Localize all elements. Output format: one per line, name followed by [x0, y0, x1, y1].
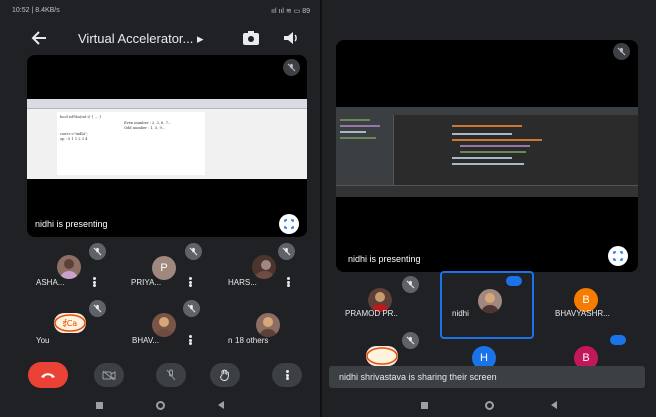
more-options-icon[interactable] — [189, 335, 192, 345]
shared-ide-window — [336, 107, 638, 197]
muted-mic-icon — [283, 59, 300, 76]
svg-text:ईCa: ईCa — [63, 318, 78, 328]
shared-document: bool isFibo(int i) { ... } Even number :… — [27, 99, 307, 179]
avatar — [252, 255, 276, 279]
recent-apps-icon[interactable] — [420, 401, 428, 409]
back-icon[interactable] — [217, 401, 224, 409]
back-arrow-icon[interactable] — [30, 30, 48, 46]
muted-mic-icon — [89, 243, 106, 260]
app-bar: Virtual Accelerator... ▸ — [0, 24, 320, 52]
hang-up-icon — [41, 373, 55, 378]
participant-name: PRIYA... — [131, 278, 162, 287]
muted-mic-icon — [613, 43, 630, 60]
avatar: P — [152, 256, 176, 280]
left-phone-screen: 10:52 | 8.4KB/s ııl ııl ≋ ▭ 89 Virtual A… — [0, 0, 320, 417]
fullscreen-button[interactable] — [608, 246, 628, 266]
speaking-indicator-icon — [610, 335, 626, 345]
document-page: bool isFibo(int i) { ... } Even number :… — [57, 112, 205, 175]
camera-off-button[interactable] — [94, 363, 124, 387]
ide-toolbar — [336, 107, 638, 115]
presenting-label: nidhi is presenting — [35, 219, 108, 229]
fullscreen-icon — [284, 219, 294, 229]
recent-apps-icon[interactable] — [96, 401, 104, 409]
muted-mic-icon — [402, 332, 419, 349]
participant-name: BHAV... — [132, 336, 160, 345]
ide-console — [336, 185, 638, 197]
muted-mic-icon — [89, 300, 106, 317]
presenting-label: nidhi is presenting — [348, 254, 421, 264]
hand-icon — [220, 369, 229, 381]
participant-tile-active-speaker[interactable]: nidhi — [440, 271, 534, 339]
end-call-button[interactable] — [28, 362, 68, 388]
raise-hand-button[interactable] — [210, 363, 240, 387]
ide-editor — [396, 115, 638, 185]
more-options-icon — [285, 370, 289, 380]
document-toolbar — [27, 99, 307, 109]
avatar — [57, 255, 81, 279]
more-options-icon[interactable] — [93, 277, 96, 287]
more-options-icon[interactable] — [189, 277, 192, 287]
muted-mic-icon — [185, 243, 202, 260]
more-options-icon[interactable] — [287, 277, 290, 287]
fullscreen-button[interactable] — [279, 214, 299, 234]
back-icon[interactable] — [551, 401, 558, 409]
muted-mic-icon — [278, 243, 295, 260]
participant-name: BHAVYASHR... — [555, 309, 610, 318]
screen-share-tile[interactable]: nidhi is presenting — [336, 40, 638, 272]
avatar-initial: B — [582, 352, 590, 364]
switch-camera-icon[interactable] — [242, 29, 260, 47]
meeting-title[interactable]: Virtual Accelerator... ▸ — [78, 31, 204, 47]
participant-name: You — [36, 336, 50, 345]
avatar — [366, 346, 398, 366]
more-options-button[interactable] — [272, 363, 302, 387]
avatar — [256, 313, 280, 337]
avatar-initial: P — [160, 262, 168, 274]
camera-off-icon — [102, 370, 116, 380]
mic-off-icon — [166, 369, 176, 381]
status-time: 10:52 | 8.4KB/s — [12, 7, 60, 14]
avatar — [152, 313, 176, 337]
home-icon[interactable] — [484, 400, 494, 410]
mic-off-button[interactable] — [156, 363, 186, 387]
muted-mic-icon — [183, 300, 200, 317]
participant-name: HARS... — [228, 278, 257, 287]
screen-share-tile[interactable]: bool isFibo(int i) { ... } Even number :… — [27, 55, 307, 237]
avatar: ईCa — [54, 313, 86, 333]
muted-mic-icon — [402, 276, 419, 293]
status-icons: ııl ııl ≋ ▭ 89 — [271, 8, 310, 15]
participant-name: ASHA... — [36, 278, 65, 287]
home-icon[interactable] — [155, 400, 165, 410]
status-bar: 10:52 | 8.4KB/s ııl ııl ≋ ▭ 89 — [0, 0, 320, 20]
others-count: 18 others — [235, 336, 269, 345]
avatar-initial: H — [480, 352, 488, 364]
doc-line: op : 0 1 1 2 3 4 — [60, 137, 88, 141]
participant-name: n — [228, 336, 233, 345]
fullscreen-icon — [613, 251, 623, 261]
avatar-initial: B — [582, 294, 590, 306]
system-nav-bar — [0, 393, 320, 417]
speaking-indicator-icon — [506, 276, 522, 286]
speaker-icon[interactable] — [282, 29, 300, 47]
avatar — [478, 289, 502, 313]
right-phone-screen: nidhi is presenting PRAMOD PR.. nidhi B … — [322, 0, 656, 417]
participant-name: PRAMOD PR.. — [345, 309, 398, 318]
participant-name: nidhi — [452, 309, 469, 318]
system-nav-bar — [322, 393, 656, 417]
screen-share-snackbar: nidhi shrivastava is sharing their scree… — [329, 366, 645, 388]
